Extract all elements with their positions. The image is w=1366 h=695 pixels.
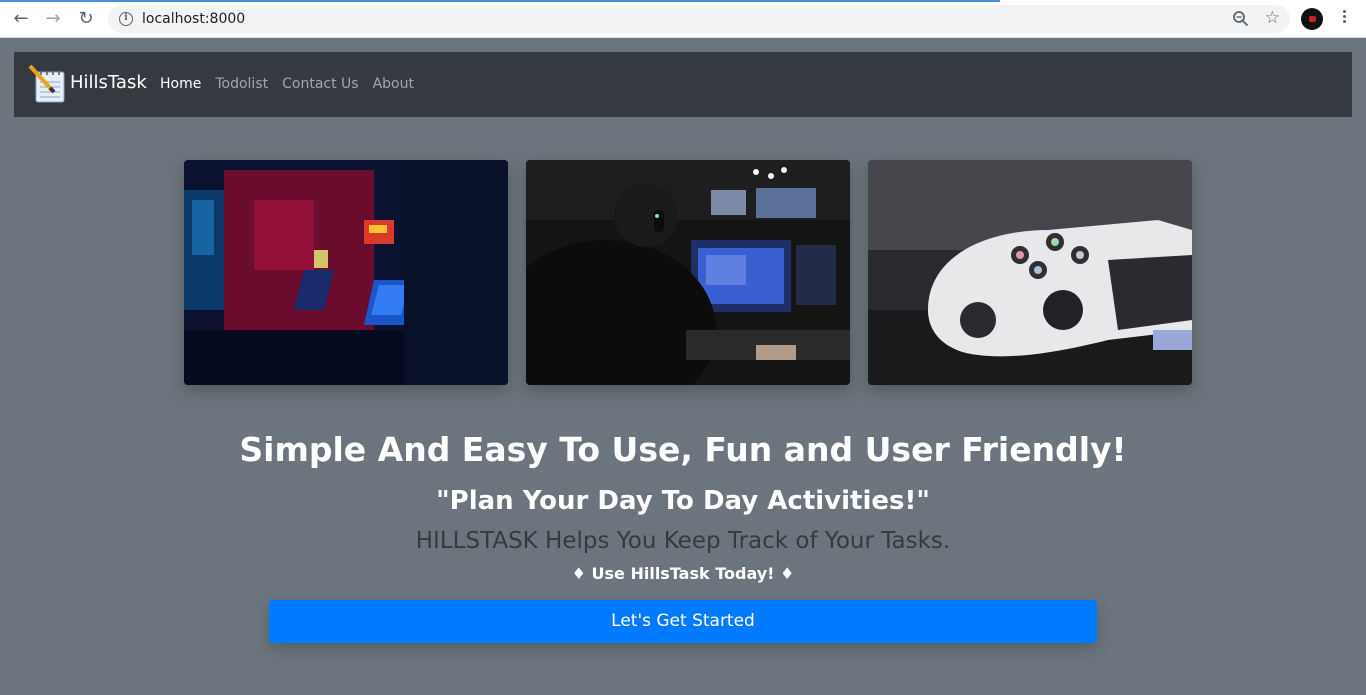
gamer-image: [526, 160, 850, 385]
hero-headline: Simple And Easy To Use, Fun and User Fri…: [239, 430, 1127, 469]
nav-links: Home Todolist Contact Us About: [160, 76, 414, 92]
arcade-image: [184, 160, 508, 385]
nav-link-contact-us[interactable]: Contact Us: [282, 76, 358, 92]
nav-link-about[interactable]: About: [373, 76, 414, 92]
cta-text: ♦ Use HillsTask Today! ♦: [571, 564, 795, 583]
reload-icon[interactable]: ↻: [75, 8, 97, 30]
controller-image: [868, 160, 1192, 385]
site-navbar: HillsTask Home Todolist Contact Us About: [14, 52, 1352, 117]
profile-avatar[interactable]: [1301, 8, 1323, 30]
hero-quote: "Plan Your Day To Day Activities!": [436, 486, 930, 516]
nav-link-home[interactable]: Home: [160, 76, 201, 92]
nav-link-todolist[interactable]: Todolist: [215, 76, 268, 92]
browser-toolbar: ← → ↻ i localhost:8000 ☆: [0, 0, 1366, 38]
star-icon[interactable]: ☆: [1265, 8, 1280, 28]
zoom-icon[interactable]: [1232, 10, 1250, 28]
brand-name[interactable]: HillsTask: [70, 72, 147, 93]
back-icon[interactable]: ←: [10, 8, 32, 30]
forward-icon[interactable]: →: [42, 8, 64, 30]
address-bar[interactable]: i localhost:8000 ☆: [108, 5, 1290, 33]
hero-tagline: HILLSTASK Helps You Keep Track of Your T…: [415, 528, 951, 554]
notepad-icon[interactable]: [28, 64, 68, 104]
info-icon[interactable]: i: [119, 12, 133, 26]
image-gallery: [184, 160, 1192, 385]
menu-icon[interactable]: [1341, 8, 1347, 30]
get-started-button[interactable]: Let's Get Started: [269, 600, 1097, 643]
page-load-progress: [0, 0, 1000, 2]
address-url[interactable]: localhost:8000: [142, 11, 245, 27]
